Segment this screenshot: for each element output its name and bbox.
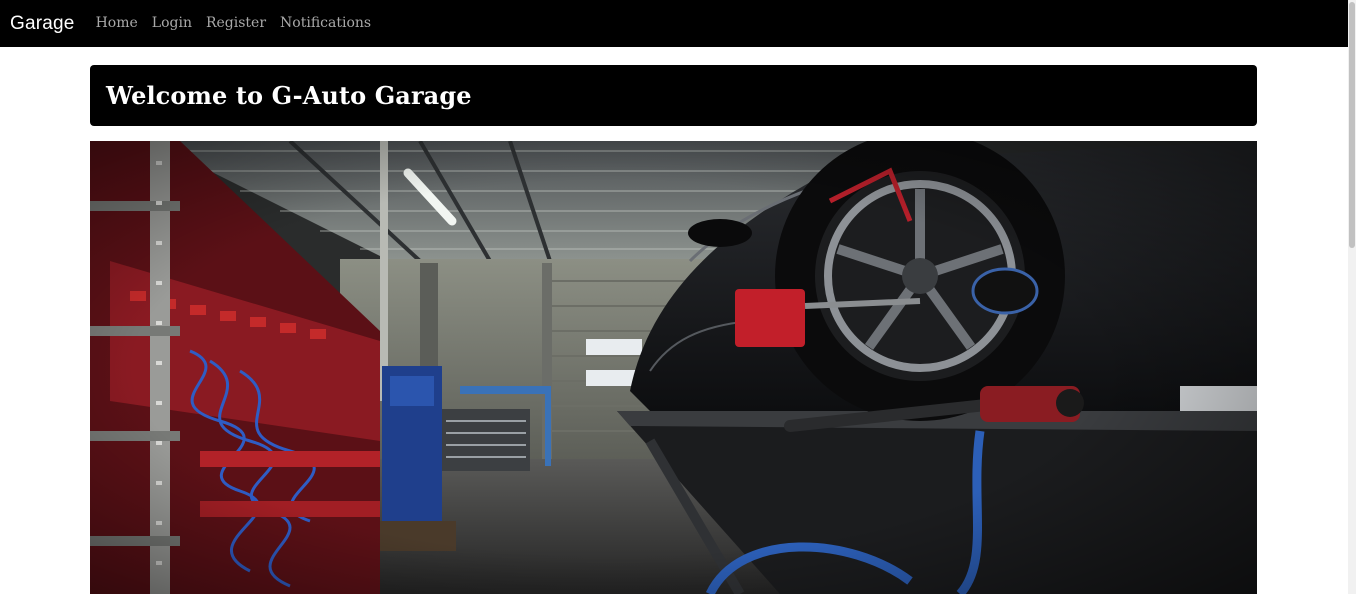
nav-link-home[interactable]: Home [96,15,138,31]
page-title: Welcome to G-Auto Garage [106,81,472,110]
hero-image [90,141,1257,594]
top-navbar: Garage Home Login Register Notifications [0,0,1348,47]
garage-photo-illustration [90,141,1257,594]
nav-link-login[interactable]: Login [152,15,192,31]
scrollbar-thumb[interactable] [1349,2,1355,248]
nav-link-notifications[interactable]: Notifications [280,15,371,31]
welcome-banner: Welcome to G-Auto Garage [90,65,1257,126]
page-scrollbar[interactable] [1348,0,1356,594]
nav-link-register[interactable]: Register [206,15,266,31]
navbar-brand[interactable]: Garage [10,13,75,35]
